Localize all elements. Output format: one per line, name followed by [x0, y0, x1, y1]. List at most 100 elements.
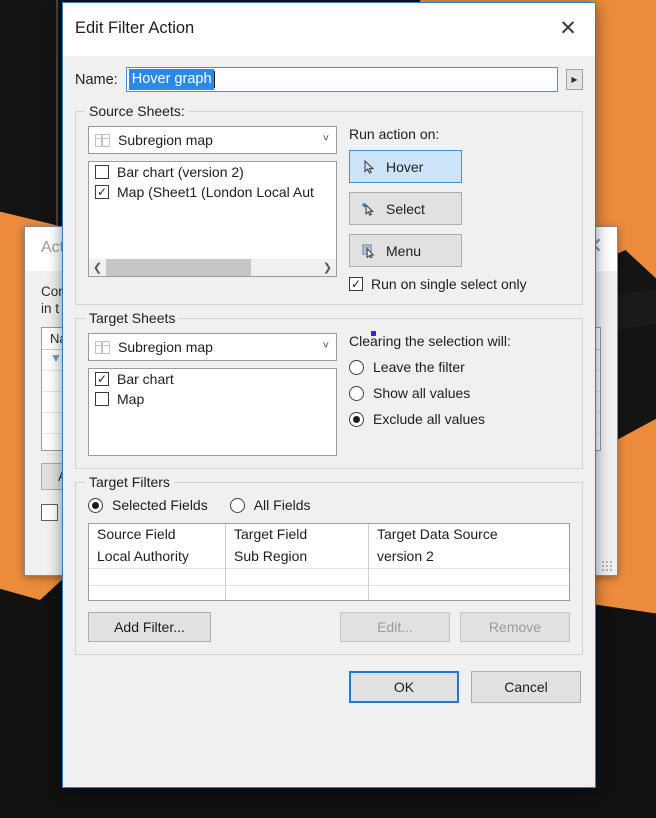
table-column-header: Target Field	[234, 526, 308, 542]
scope-all-fields[interactable]: All Fields	[229, 497, 311, 513]
radio-button[interactable]	[349, 385, 364, 401]
run-on-single-select-row[interactable]: Run on single select only	[349, 276, 570, 292]
target-sheet-combobox[interactable]: Subregion map ˅	[88, 333, 337, 361]
resize-grip-icon[interactable]	[601, 560, 613, 572]
table-cell-empty[interactable]	[89, 585, 225, 602]
scope-selected-fields[interactable]: Selected Fields	[88, 497, 208, 513]
table-column-target-data-source: Target Data Source version 2	[369, 524, 569, 600]
edit-filter-button: Edit...	[340, 612, 450, 642]
scrollbar-track[interactable]	[106, 259, 319, 276]
target-filters-button-row: Add Filter... Edit... Remove	[88, 612, 570, 642]
radio-button[interactable]	[349, 411, 364, 427]
run-action-select-button[interactable]: Select	[349, 192, 462, 225]
list-item-label: Bar chart	[117, 371, 174, 387]
radio-button[interactable]	[88, 497, 103, 513]
radio-button[interactable]	[349, 359, 364, 375]
source-sheets-listbox[interactable]: Bar chart (version 2) Map (Sheet1 (Londo…	[88, 161, 337, 277]
clearing-selection-label: Clearing the selection will:	[349, 333, 511, 349]
list-item-label: Map (Sheet1 (London Local Aut	[117, 184, 314, 200]
target-filters-legend: Target Filters	[85, 474, 174, 490]
chevron-down-icon: ˅	[322, 132, 329, 145]
edit-filter-action-dialog[interactable]: Edit Filter Action ✕ Name: Hover graph ▶…	[62, 2, 596, 788]
table-cell-empty[interactable]	[226, 585, 368, 602]
table-column-header: Source Field	[97, 526, 176, 542]
table-cell[interactable]: Local Authority	[89, 546, 225, 568]
background-checkbox[interactable]	[41, 504, 58, 521]
table-cell-empty[interactable]	[89, 568, 225, 585]
target-filters-table[interactable]: Source Field Local Authority Target Fiel…	[88, 523, 570, 601]
table-cell-empty[interactable]	[226, 568, 368, 585]
target-sheet-combo-value: Subregion map	[118, 339, 213, 355]
chevron-down-icon: ˅	[322, 339, 329, 352]
checkbox[interactable]	[95, 392, 109, 406]
list-item[interactable]: Map	[89, 389, 336, 409]
list-item[interactable]: Map (Sheet1 (London Local Aut	[89, 182, 336, 202]
scope-option-label: All Fields	[253, 497, 311, 513]
table-column-target-field: Target Field Sub Region	[226, 524, 369, 600]
filter-icon: ▼	[50, 351, 62, 365]
source-sheets-left-column: Subregion map ˅ Bar chart (version 2) Ma…	[88, 126, 337, 292]
dialog-body: Name: Hover graph ▶ Source Sheets: Subre…	[63, 56, 595, 713]
horizontal-scrollbar[interactable]: ❮ ❯	[89, 259, 336, 276]
radio-button[interactable]	[229, 497, 245, 513]
target-sheets-left-column: Subregion map ˅ Bar chart Map	[88, 333, 337, 456]
text-caret	[213, 71, 215, 88]
cursor-select-icon	[358, 202, 380, 216]
add-filter-button[interactable]: Add Filter...	[88, 612, 211, 642]
source-sheets-legend: Source Sheets:	[85, 103, 189, 119]
dialog-title: Edit Filter Action	[75, 19, 195, 37]
table-column-header: Target Data Source	[377, 526, 498, 542]
checkbox[interactable]	[95, 185, 109, 199]
clearing-option-leave-filter[interactable]: Leave the filter	[349, 359, 570, 375]
cursor-menu-icon	[358, 244, 380, 258]
target-filters-scope-radios: Selected Fields All Fields	[88, 497, 570, 513]
map-boundary-line	[56, 0, 58, 230]
scope-option-label: Selected Fields	[112, 497, 208, 513]
checkbox[interactable]	[95, 372, 109, 386]
worksheet-grid-icon	[95, 133, 110, 147]
close-icon[interactable]: ✕	[551, 14, 585, 44]
name-dropdown-button[interactable]: ▶	[566, 69, 583, 90]
checkbox[interactable]	[349, 277, 363, 291]
scrollbar-thumb[interactable]	[106, 259, 251, 276]
run-action-menu-button[interactable]: Menu	[349, 234, 462, 267]
chevron-left-icon[interactable]: ❮	[89, 259, 106, 276]
run-action-hover-label: Hover	[386, 158, 424, 175]
run-action-select-label: Select	[386, 200, 425, 217]
chevron-right-icon: ▶	[571, 75, 578, 84]
list-item-label: Map	[117, 391, 145, 407]
run-action-label: Run action on:	[349, 126, 440, 142]
clearing-option-show-all-values[interactable]: Show all values	[349, 385, 570, 401]
clearing-option-label: Leave the filter	[373, 359, 465, 375]
cancel-button[interactable]: Cancel	[471, 671, 581, 703]
dialog-footer: OK Cancel	[75, 671, 583, 703]
clearing-option-label: Exclude all values	[373, 411, 486, 427]
clearing-option-exclude-all-values[interactable]: Exclude all values	[349, 411, 570, 427]
run-action-hover-button[interactable]: Hover	[349, 150, 462, 183]
source-sheet-combobox[interactable]: Subregion map ˅	[88, 126, 337, 154]
name-input[interactable]: Hover graph	[125, 67, 558, 92]
list-item[interactable]: Bar chart (version 2)	[89, 162, 336, 182]
table-cell[interactable]: Sub Region	[226, 546, 368, 568]
table-cell[interactable]: version 2	[369, 546, 569, 568]
worksheet-grid-icon	[95, 340, 110, 354]
table-cell-empty[interactable]	[369, 568, 569, 585]
source-sheet-combo-value: Subregion map	[118, 132, 213, 148]
table-cell-empty[interactable]	[369, 585, 569, 602]
target-sheets-listbox[interactable]: Bar chart Map	[88, 368, 337, 456]
ok-button[interactable]: OK	[349, 671, 459, 703]
table-column-source-field: Source Field Local Authority	[89, 524, 226, 600]
run-on-single-select-label: Run on single select only	[371, 276, 527, 292]
target-sheets-group: Target Sheets Subregion map ˅ Bar chart	[75, 310, 583, 469]
target-sheets-legend: Target Sheets	[85, 310, 180, 326]
checkbox[interactable]	[95, 165, 109, 179]
cursor-arrow-icon	[358, 159, 380, 174]
clearing-option-label: Show all values	[373, 385, 471, 401]
run-action-menu-label: Menu	[386, 242, 422, 259]
chevron-right-icon[interactable]: ❯	[319, 259, 336, 276]
name-label: Name:	[75, 71, 118, 88]
list-item-label: Bar chart (version 2)	[117, 164, 244, 180]
remove-filter-button: Remove	[460, 612, 570, 642]
list-item[interactable]: Bar chart	[89, 369, 336, 389]
target-sheets-columns: Subregion map ˅ Bar chart Map	[88, 331, 570, 456]
